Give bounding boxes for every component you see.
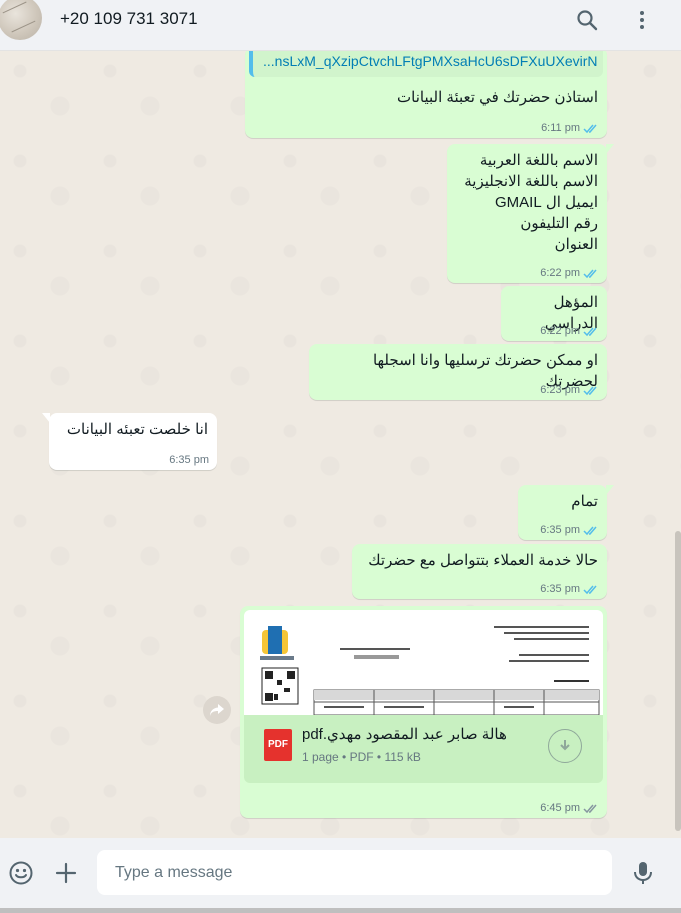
message-time: 6:11 pm xyxy=(541,122,580,134)
message-meta: 6:35 pm xyxy=(540,524,599,536)
read-ticks-icon xyxy=(583,124,597,133)
search-icon[interactable] xyxy=(575,8,599,32)
forward-icon xyxy=(210,704,224,716)
read-ticks-icon xyxy=(583,585,597,594)
message-meta: 6:22 pm xyxy=(540,267,599,279)
message-bubble[interactable]: او ممكن حضرتك ترسليها وانا اسجلها لحضرتك… xyxy=(309,344,607,400)
document-file-info: 1 page • PDF • 115 kB xyxy=(302,750,421,764)
chat-scrollbar[interactable] xyxy=(675,531,681,831)
read-ticks-icon xyxy=(583,386,597,395)
bottom-strip xyxy=(0,908,681,913)
message-input[interactable] xyxy=(97,850,612,895)
attach-plus-icon[interactable] xyxy=(53,860,79,886)
message-bubble[interactable]: حالا خدمة العملاء بتتواصل مع حضرتك 6:35 … xyxy=(352,544,607,599)
download-icon xyxy=(560,740,570,751)
read-ticks-icon xyxy=(583,327,597,336)
message-time: 6:22 pm xyxy=(540,325,580,337)
message-meta: 6:22 pm xyxy=(540,325,599,337)
message-composer xyxy=(0,838,681,913)
read-ticks-icon xyxy=(583,526,597,535)
read-ticks-icon xyxy=(583,269,597,278)
microphone-icon[interactable] xyxy=(630,860,656,886)
message-meta: 6:35 pm xyxy=(540,583,599,595)
message-meta: 6:35 pm xyxy=(169,454,209,466)
chat-area[interactable]: ...nsLxM_qXzipCtvchLFtgPMXsaHcU6sDFXuUXe… xyxy=(0,51,681,838)
download-button[interactable] xyxy=(548,729,582,763)
message-text: حالا خدمة العملاء بتتواصل مع حضرتك xyxy=(368,552,598,569)
pdf-file-icon: PDF xyxy=(264,729,292,761)
message-time: 6:35 pm xyxy=(540,524,580,536)
document-file-name[interactable]: هالة صابر عبد المقصود مهدي.pdf xyxy=(302,725,507,743)
contact-name[interactable]: +20 109 731 3071 xyxy=(60,9,198,29)
emoji-icon[interactable] xyxy=(8,860,34,886)
document-card[interactable]: PDF هالة صابر عبد المقصود مهدي.pdf 1 pag… xyxy=(244,715,603,783)
message-time: 6:22 pm xyxy=(540,267,580,279)
message-time: 6:35 pm xyxy=(169,454,209,466)
message-text: انا خلصت تعبئه البيانات xyxy=(66,421,208,438)
message-bubble[interactable]: الاسم باللغة العربية الاسم باللغة الانجل… xyxy=(447,144,614,283)
message-time: 6:35 pm xyxy=(540,583,580,595)
message-bubble[interactable]: انا خلصت تعبئه البيانات 6:35 pm xyxy=(42,413,217,470)
message-text: الاسم باللغة العربية الاسم باللغة الانجل… xyxy=(464,152,598,253)
message-time: 6:23 pm xyxy=(540,384,580,396)
document-thumbnail xyxy=(260,626,600,715)
menu-icon[interactable] xyxy=(630,8,654,32)
message-meta: 6:11 pm xyxy=(541,122,599,134)
message-text: تمام xyxy=(571,493,598,510)
forward-button[interactable] xyxy=(203,696,231,724)
message-meta: 6:45 pm xyxy=(540,802,599,814)
document-message[interactable]: PDF هالة صابر عبد المقصود مهدي.pdf 1 pag… xyxy=(240,606,607,818)
delivered-ticks-icon xyxy=(583,804,597,813)
document-preview[interactable] xyxy=(244,610,603,715)
message-meta: 6:23 pm xyxy=(540,384,599,396)
chat-header: +20 109 731 3071 xyxy=(0,0,681,51)
message-time: 6:45 pm xyxy=(540,802,580,814)
message-bubble[interactable]: تمام 6:35 pm xyxy=(518,485,614,540)
message-bubble[interactable]: ...nsLxM_qXzipCtvchLFtgPMXsaHcU6sDFXuUXe… xyxy=(245,51,607,138)
message-bubble[interactable]: المؤهل الدراسي 6:22 pm xyxy=(501,286,607,341)
link-preview[interactable]: ...nsLxM_qXzipCtvchLFtgPMXsaHcU6sDFXuUXe… xyxy=(249,51,603,77)
contact-avatar[interactable] xyxy=(0,0,42,40)
